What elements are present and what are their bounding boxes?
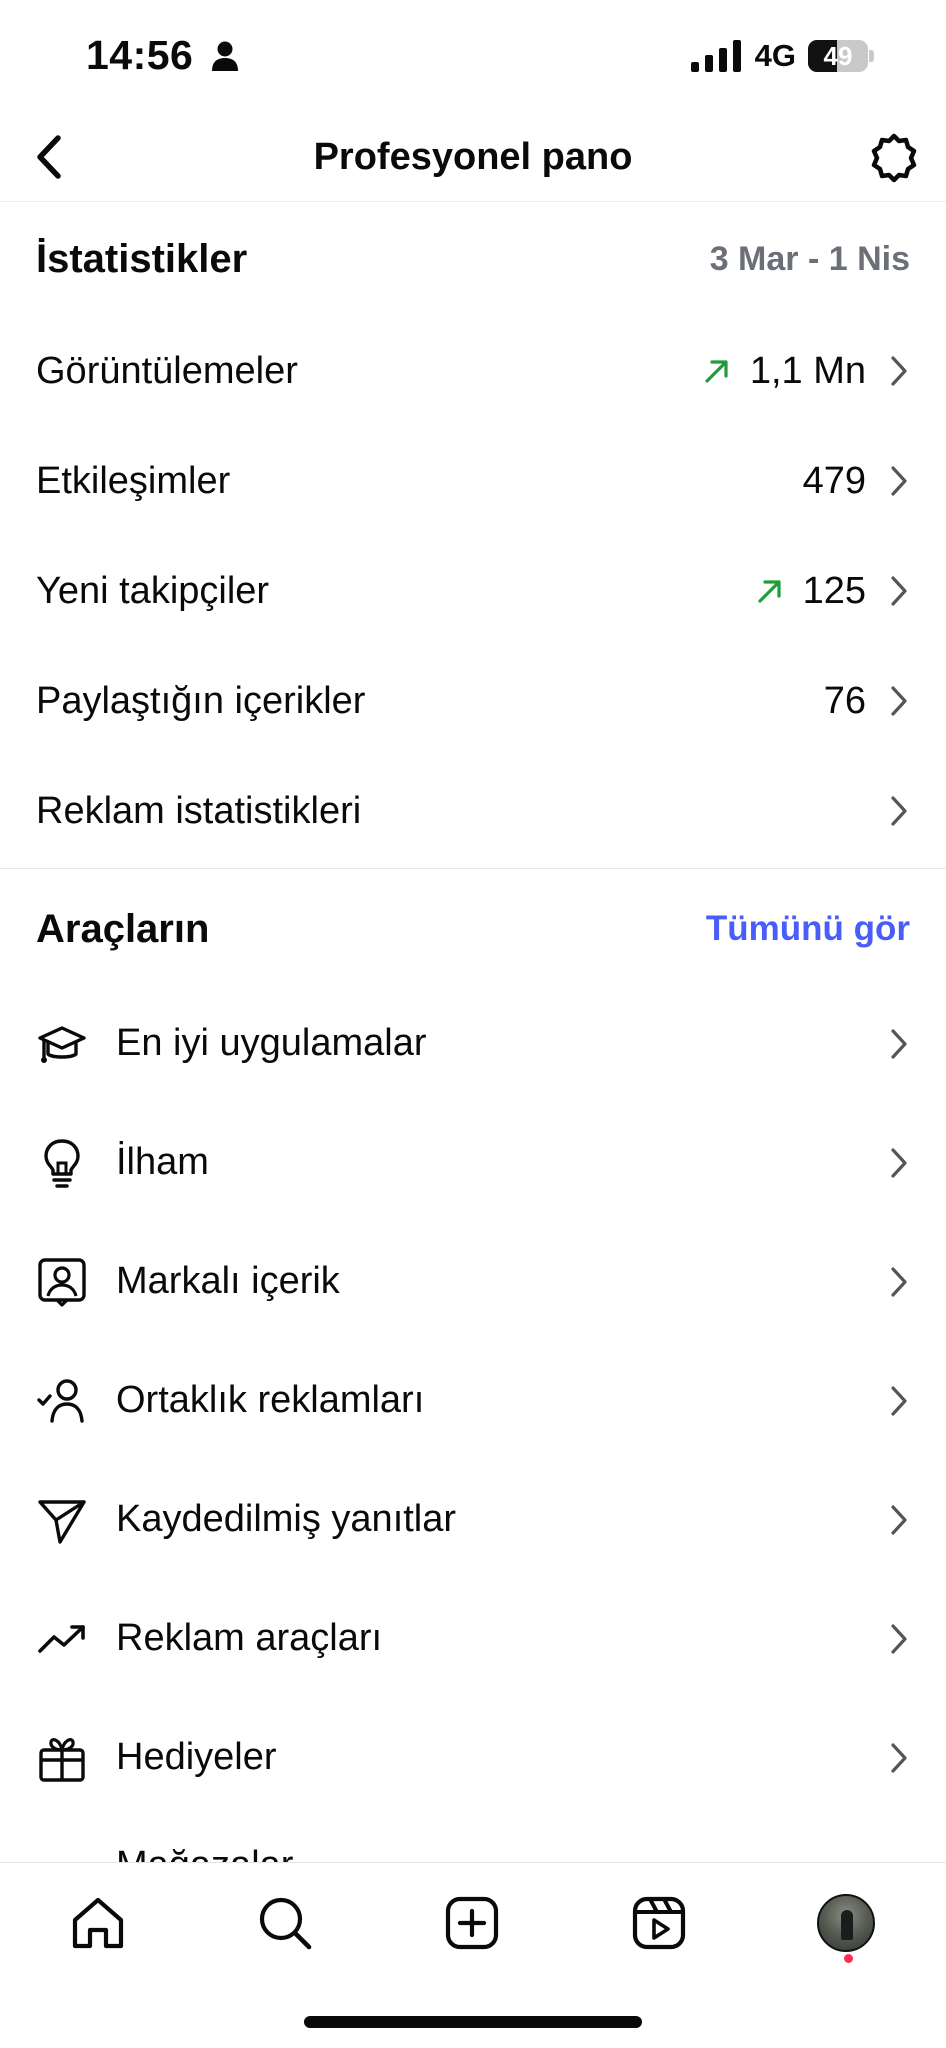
tool-label: Kaydedilmiş yanıtlar — [116, 1498, 457, 1540]
tool-label: Ortaklık reklamları — [116, 1379, 425, 1421]
stats-title: İstatistikler — [36, 236, 248, 281]
see-all-link[interactable]: Tümünü gör — [706, 909, 910, 949]
status-time: 14:56 — [86, 32, 194, 78]
page-title: Profesyonel pano — [313, 136, 633, 178]
stat-label: Görüntülemeler — [36, 349, 298, 392]
graduation-cap-icon — [36, 1018, 88, 1070]
chevron-right-icon — [891, 576, 907, 606]
tool-row-branded-content[interactable]: Markalı içerik — [0, 1222, 946, 1341]
nav-home[interactable] — [62, 1887, 134, 1959]
tool-label: Reklam araçları — [116, 1617, 383, 1659]
stat-value: 479 — [802, 459, 866, 502]
tool-row-best-practices[interactable]: En iyi uygulamalar — [0, 984, 946, 1103]
header: Profesyonel pano — [0, 112, 946, 202]
battery-icon: 49 — [808, 40, 874, 72]
stat-row-views[interactable]: Görüntülemeler 1,1 Mn — [0, 316, 946, 426]
tool-label: İlham — [116, 1141, 209, 1183]
chevron-right-icon — [891, 466, 907, 496]
tool-row-inspiration[interactable]: İlham — [0, 1103, 946, 1222]
nav-reels[interactable] — [623, 1887, 695, 1959]
stats-section-header: İstatistikler 3 Mar - 1 Nis — [36, 224, 910, 294]
stat-label: Yeni takipçiler — [36, 569, 270, 612]
chevron-right-icon — [891, 686, 907, 716]
tool-label: Mağazalar — [36, 1844, 636, 1862]
stat-value: 125 — [802, 569, 866, 612]
tool-row-gifts[interactable]: Hediyeler — [0, 1698, 946, 1817]
avatar — [817, 1894, 875, 1952]
stat-label: Etkileşimler — [36, 459, 231, 502]
signal-icon — [690, 40, 741, 72]
home-icon — [72, 1897, 124, 1949]
tool-row-partnership-ads[interactable]: Ortaklık reklamları — [0, 1341, 946, 1460]
date-range[interactable]: 3 Mar - 1 Nis — [710, 240, 910, 279]
chevron-right-icon — [891, 356, 907, 386]
settings-button[interactable] — [866, 130, 922, 186]
nav-create[interactable] — [436, 1887, 508, 1959]
notification-dot — [844, 1954, 853, 1963]
chevron-right-icon — [891, 796, 907, 826]
chevron-right-icon — [891, 1742, 907, 1773]
settings-icon — [871, 133, 917, 183]
chevron-right-icon — [891, 1623, 907, 1654]
home-indicator — [304, 2016, 642, 2028]
stat-row-ad-stats[interactable]: Reklam istatistikleri — [0, 756, 946, 866]
tool-row-ad-tools[interactable]: Reklam araçları — [0, 1579, 946, 1698]
chevron-right-icon — [891, 1028, 907, 1059]
paper-plane-icon — [36, 1494, 88, 1546]
plus-square-icon — [445, 1896, 499, 1950]
tool-label: En iyi uygulamalar — [116, 1022, 427, 1064]
chevron-right-icon — [891, 1147, 907, 1178]
nav-search[interactable] — [249, 1887, 321, 1959]
tool-row-saved-replies[interactable]: Kaydedilmiş yanıtlar — [0, 1460, 946, 1579]
partnership-icon — [36, 1375, 88, 1427]
network-type: 4G — [754, 38, 796, 73]
tool-label: Markalı içerik — [116, 1260, 340, 1302]
tools-title: Araçların — [36, 906, 210, 951]
reels-icon — [632, 1896, 686, 1950]
status-bar: 14:56 4G 49 — [0, 0, 946, 112]
tool-label: Hediyeler — [116, 1736, 277, 1778]
search-icon — [259, 1897, 312, 1950]
chevron-left-icon — [37, 135, 61, 179]
stat-label: Reklam istatistikleri — [36, 789, 362, 832]
tools-section-header: Araçların Tümünü gör — [36, 894, 910, 964]
nav-profile[interactable] — [810, 1887, 882, 1959]
section-divider — [0, 868, 946, 869]
chevron-right-icon — [891, 1385, 907, 1416]
branded-content-icon — [36, 1256, 88, 1308]
stat-row-shared-content[interactable]: Paylaştığın içerikler 76 — [0, 646, 946, 756]
trend-up-icon — [705, 360, 728, 383]
trend-up-icon — [757, 580, 781, 603]
stat-row-new-followers[interactable]: Yeni takipçiler 125 — [0, 536, 946, 646]
chevron-right-icon — [891, 1266, 907, 1297]
lightbulb-icon — [36, 1137, 88, 1189]
stat-value: 76 — [823, 679, 866, 722]
stat-label: Paylaştığın içerikler — [36, 679, 366, 722]
back-button[interactable] — [24, 132, 74, 182]
chevron-right-icon — [891, 1504, 907, 1535]
stat-row-interactions[interactable]: Etkileşimler 479 — [0, 426, 946, 536]
trending-up-icon — [36, 1613, 88, 1665]
battery-percent: 49 — [823, 41, 853, 71]
person-icon — [212, 41, 238, 71]
stat-value: 1,1 Mn — [749, 349, 866, 392]
gift-icon — [36, 1732, 88, 1784]
tool-row-shops[interactable]: Mağazalar — [36, 1840, 636, 1862]
